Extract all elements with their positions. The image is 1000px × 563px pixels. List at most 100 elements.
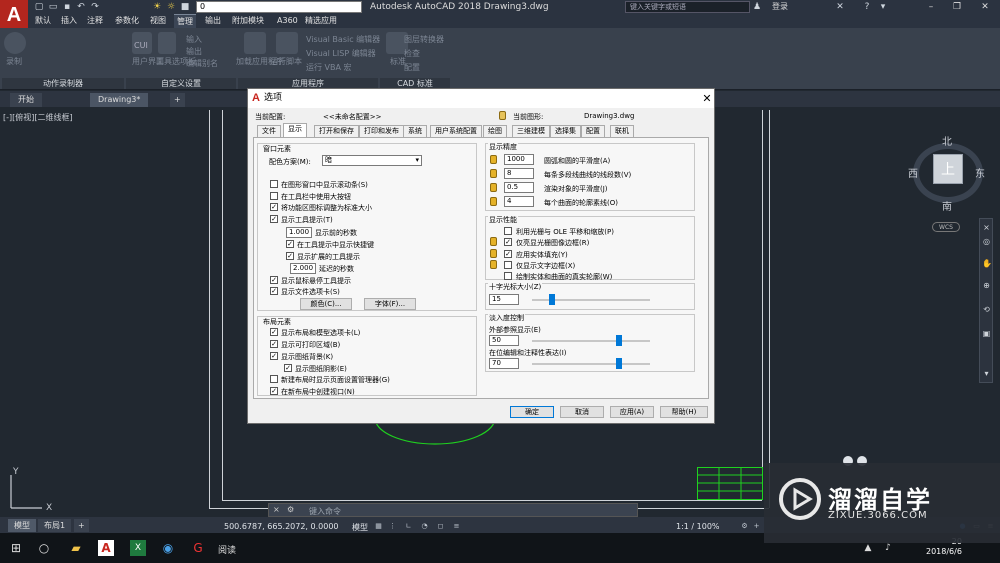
tab-files[interactable]: 文件 [257,125,281,137]
save-icon[interactable]: ▪ [62,2,72,12]
apply-button[interactable]: 应用(A) [610,406,654,418]
tab-system[interactable]: 系统 [403,125,427,137]
extended-delay-input[interactable]: 2.000 [290,263,316,274]
sun-icon[interactable]: ☼ [166,2,176,12]
raster-ole-checkbox[interactable] [504,227,512,235]
render-smoothness-input[interactable]: 0.5 [504,182,534,193]
extended-tooltips-checkbox[interactable]: ✓ [286,252,294,260]
osnap-icon[interactable]: ◻ [436,522,445,531]
tab-layout1[interactable]: 布局1 [38,519,72,532]
tab-a360[interactable]: A360 [274,14,301,28]
cancel-button[interactable]: 取消 [560,406,604,418]
tab-parametric[interactable]: 参数化 [112,14,142,28]
tab-3d-modeling[interactable]: 三维建模 [512,125,550,137]
tab-addins[interactable]: 附加模块 [229,14,267,28]
autocad-taskbar-icon[interactable]: A [98,540,114,556]
wcs-menu[interactable]: WCS [932,222,960,232]
tab-profiles[interactable]: 配置 [581,125,605,137]
create-viewport-checkbox[interactable]: ✓ [270,387,278,395]
inplace-edit-input[interactable]: 70 [489,358,519,369]
compass-north[interactable]: 北 [942,133,952,148]
model-space-toggle[interactable]: 模型 [352,522,368,533]
export-button[interactable]: 输出 [186,46,202,57]
annotation-scale[interactable]: 1:1 / 100% [676,522,720,531]
new-file-icon[interactable]: ▢ [34,2,44,12]
check-button[interactable]: 检查 [404,48,420,59]
xref-slider-track[interactable] [532,340,650,342]
reading-app[interactable]: 阅读 [218,543,236,556]
true-silhouettes-checkbox[interactable] [504,272,512,280]
page-setup-manager-checkbox[interactable] [270,375,278,383]
search-input[interactable]: 键入关键字或短语 [625,1,750,13]
excel-icon[interactable]: X [130,540,146,556]
record-icon[interactable] [4,32,26,54]
browser-icon[interactable]: ◉ [160,540,176,556]
exchange-icon[interactable]: ✕ [835,2,845,12]
login-link[interactable]: 登录 [772,0,788,14]
edit-aliases-button[interactable]: 编辑别名 [186,58,218,69]
dialog-title-bar[interactable]: 选项 [248,89,714,108]
minimize-button[interactable]: – [918,0,944,14]
cursor-coordinates[interactable]: 500.6787, 665.2072, 0.0000 [224,522,339,531]
command-input[interactable]: 键入命令 [309,506,341,517]
file-tabs-checkbox[interactable]: ✓ [270,287,278,295]
layer-translator-button[interactable]: 图层转换器 [404,34,444,45]
layout-model-tabs-checkbox[interactable]: ✓ [270,328,278,336]
zoom-extents-icon[interactable]: ⊕ [982,281,991,290]
paper-background-checkbox[interactable]: ✓ [270,352,278,360]
help-button[interactable]: 帮助(H) [660,406,708,418]
group-action-recorder[interactable]: 动作录制器 [2,78,124,89]
fonts-button[interactable]: 字体(F)... [364,298,416,310]
rollover-tooltips-checkbox[interactable]: ✓ [270,276,278,284]
dialog-close-button[interactable]: ✕ [700,89,714,108]
tab-drawing3[interactable]: Drawing3* [90,93,149,107]
tab-featured-apps[interactable]: 精选应用 [302,14,340,28]
scrollbars-checkbox[interactable] [270,180,278,188]
crosshair-slider-thumb[interactable] [548,294,555,305]
title-block-table[interactable] [697,467,763,500]
tab-annotate[interactable]: 注释 [84,14,106,28]
plus-icon[interactable]: + [752,522,761,531]
tab-start[interactable]: 开始 [10,93,42,107]
record-button[interactable]: 录制 [6,56,22,67]
run-script-icon[interactable] [276,32,298,54]
workspace-gear-icon[interactable]: ⚙ [740,522,749,531]
arc-smoothness-input[interactable]: 1000 [504,154,534,165]
paper-shadow-checkbox[interactable]: ✓ [284,364,292,372]
inplace-slider-track[interactable] [532,363,650,365]
tooltip-delay-input[interactable]: 1.000 [286,227,312,238]
snap-icon[interactable]: ⋮ [388,522,397,531]
lisp-editor-button[interactable]: Visual LISP 编辑器 [306,48,376,59]
command-line[interactable]: × ⚙ 键入命令 [268,503,638,517]
tab-home[interactable]: 默认 [32,14,54,28]
tab-model[interactable]: 模型 [8,519,36,532]
navbar-close-icon[interactable]: × [982,223,991,232]
configure-button[interactable]: 配置 [404,62,420,73]
command-close-icon[interactable]: × [273,505,280,514]
ok-button[interactable]: 确定 [510,406,554,418]
layer-select[interactable]: 0 [196,1,362,13]
tool-palettes-icon[interactable] [158,32,176,54]
show-tooltips-checkbox[interactable]: ✓ [270,215,278,223]
navbar-menu-icon[interactable]: ▾ [982,369,991,378]
new-tab-button[interactable]: + [170,93,185,107]
undo-icon[interactable]: ↶ [76,2,86,12]
lightbulb-icon[interactable]: ☀ [152,2,162,12]
inplace-slider-thumb[interactable] [616,358,622,369]
help-icon[interactable]: ? [862,2,872,12]
open-file-icon[interactable]: ▭ [48,2,58,12]
redo-icon[interactable]: ↷ [90,2,100,12]
tab-output[interactable]: 输出 [202,14,224,28]
tab-open-save[interactable]: 打开和保存 [314,125,359,137]
vb-editor-button[interactable]: Visual Basic 编辑器 [306,34,380,45]
run-script-button[interactable]: 运行脚本 [270,56,302,67]
tab-selection[interactable]: 选择集 [550,125,581,137]
load-app-icon[interactable] [244,32,266,54]
tab-manage[interactable]: 管理 [174,14,196,28]
restore-button[interactable]: ❐ [944,0,970,14]
compass-west[interactable]: 西 [908,165,918,180]
tab-online[interactable]: 联机 [610,125,634,137]
ribbon-icon-size-checkbox[interactable]: ✓ [270,203,278,211]
autocad-logo-button[interactable]: A [0,0,28,30]
steering-wheel-icon[interactable]: ◎ [982,237,991,246]
